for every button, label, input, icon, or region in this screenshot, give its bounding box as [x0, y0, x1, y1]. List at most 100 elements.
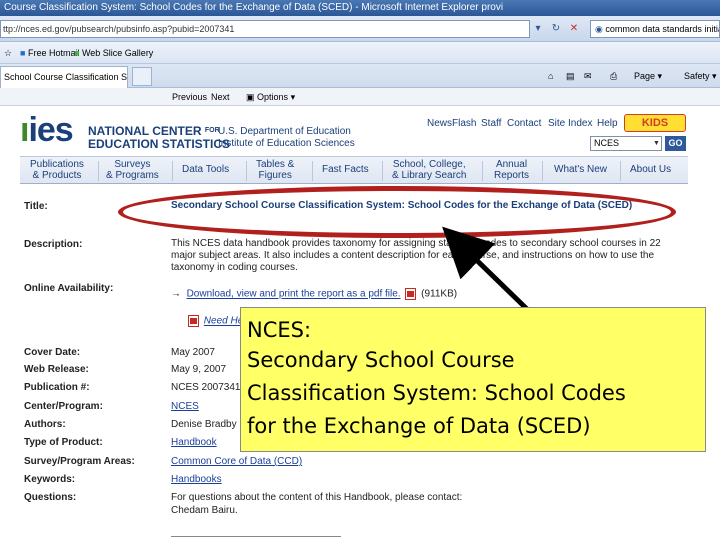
nav-about-us[interactable]: About Us	[630, 164, 671, 175]
mail-icon[interactable]: ✉	[584, 69, 592, 83]
address-bar-row: ttp://nces.ed.gov/pubsearch/pubsinfo.asp…	[0, 16, 720, 42]
need-help-link[interactable]: Need He	[204, 316, 243, 327]
browser-tab-active[interactable]: School Course Classification System: S..…	[0, 66, 128, 88]
survey-areas-label: Survey/Program Areas:	[24, 456, 135, 467]
need-help-row: Need He	[186, 315, 243, 328]
nav-publications[interactable]: Publications & Products	[30, 159, 84, 181]
pdf-icon[interactable]	[405, 288, 417, 300]
nav-label: Publications	[30, 159, 84, 170]
nav-label: Annual	[495, 159, 528, 170]
find-bar: Previous Next ▣ Options ▾	[0, 88, 720, 106]
center-program-link[interactable]: NCES	[171, 401, 199, 413]
divider	[171, 536, 341, 537]
authors-label: Authors:	[24, 419, 66, 430]
questions-value: For questions about the content of this …	[171, 492, 463, 503]
dept-link[interactable]: U.S. Department of Education	[218, 126, 351, 137]
search-provider-icon: ◉	[595, 24, 603, 34]
product-type-link[interactable]: Handbook	[171, 437, 217, 449]
arrow-icon: →	[171, 288, 181, 300]
keywords-label: Keywords:	[24, 474, 76, 485]
ies-logo[interactable]: ıies	[20, 113, 74, 147]
web-release-label: Web Release:	[24, 364, 89, 375]
favorites-bar: ☆ ■ Free Hotmail ■ Web Slice Gallery	[0, 42, 720, 64]
favorites-star-icon[interactable]: ☆	[4, 46, 12, 60]
favorite-link-hotmail[interactable]: ■ Free Hotmail	[20, 46, 79, 60]
safety-menu[interactable]: Safety ▾	[684, 69, 717, 83]
nav-divider	[312, 161, 313, 181]
org-name-text: NATIONAL CENTER	[88, 124, 202, 138]
browser-search-input[interactable]: ◉ common data standards initiat	[590, 20, 720, 38]
stop-icon[interactable]: ✕	[566, 21, 582, 37]
nav-divider	[482, 161, 483, 181]
window-title: Course Classification System: School Cod…	[4, 2, 504, 13]
kids-zone-logo[interactable]: KIDS	[624, 114, 686, 132]
find-previous-button[interactable]: Previous	[172, 90, 207, 104]
new-tab-button[interactable]	[132, 67, 152, 86]
web-release-value: May 9, 2007	[171, 364, 227, 375]
pdf-icon[interactable]	[188, 315, 199, 327]
link-newsflash[interactable]: NewsFlash	[427, 118, 476, 129]
nav-label: Reports	[494, 170, 530, 181]
print-icon[interactable]: ⎙	[610, 69, 617, 83]
link-site-index[interactable]: Site Index	[548, 118, 592, 129]
nav-data-tools[interactable]: Data Tools	[182, 164, 229, 175]
find-next-button[interactable]: Next	[211, 90, 230, 104]
find-options-button[interactable]: ▣ Options ▾	[246, 90, 295, 104]
description-label: Description:	[24, 239, 83, 250]
nav-school-search[interactable]: School, College, & Library Search	[392, 159, 466, 181]
chevron-down-icon[interactable]: ▼	[652, 137, 661, 150]
center-program-label: Center/Program:	[24, 401, 103, 412]
find-options-label: Options	[257, 92, 289, 102]
nav-label: What's New	[554, 164, 608, 175]
highlight-oval	[118, 186, 676, 238]
ies-link[interactable]: Institute of Education Sciences	[218, 138, 355, 149]
chevron-down-icon: ▾	[712, 71, 717, 81]
nav-label: Tables &	[256, 159, 295, 170]
authors-value: Denise Bradby	[171, 419, 237, 430]
publication-number-value: NCES 2007341	[171, 382, 240, 393]
feeds-icon[interactable]: ▤	[566, 69, 575, 83]
link-contact[interactable]: Contact	[507, 118, 541, 129]
publication-number-label: Publication #:	[24, 382, 90, 393]
title-label: Title:	[24, 201, 48, 212]
nav-surveys[interactable]: Surveys & Programs	[106, 159, 159, 181]
webslice-icon: ■	[74, 48, 80, 58]
nav-divider	[542, 161, 543, 181]
nav-whats-new[interactable]: What's New	[554, 164, 607, 175]
org-name-line2[interactable]: EDUCATION STATISTICS	[88, 138, 230, 150]
questions-contact: Chedam Bairu.	[171, 505, 238, 516]
nav-label: & Programs	[106, 170, 159, 181]
dropdown-icon[interactable]: ▾	[530, 21, 546, 37]
safety-menu-label: Safety	[684, 71, 710, 81]
hotmail-icon: ■	[20, 48, 26, 58]
nav-label: & Library Search	[392, 170, 467, 181]
page-menu[interactable]: Page ▾	[634, 69, 662, 83]
survey-areas-link[interactable]: Common Core of Data (CCD)	[171, 456, 302, 468]
nav-label: & Products	[32, 170, 82, 181]
nav-divider	[246, 161, 247, 181]
callout-box: NCES: Secondary School Course Classifica…	[240, 307, 706, 452]
nav-annual-reports[interactable]: Annual Reports	[494, 159, 529, 181]
favorite-label: Free Hotmail	[27, 48, 80, 58]
favorite-link-webslice[interactable]: ■ Web Slice Gallery	[74, 46, 153, 60]
refresh-icon[interactable]: ↻	[548, 21, 564, 37]
link-help[interactable]: Help	[597, 118, 618, 129]
go-button[interactable]: GO	[665, 136, 686, 151]
nav-label: Data Tools	[182, 164, 230, 175]
cover-date-value: May 2007	[171, 347, 215, 358]
link-staff[interactable]: Staff	[481, 118, 501, 129]
keywords-link[interactable]: Handbooks	[171, 474, 222, 486]
nav-divider	[172, 161, 173, 181]
address-input[interactable]: ttp://nces.ed.gov/pubsearch/pubsinfo.asp…	[0, 20, 530, 38]
nav-label: About Us	[630, 164, 672, 175]
download-pdf-link[interactable]: Download, view and print the report as a…	[187, 289, 401, 300]
callout-line: for the Exchange of Data (SCED)	[247, 414, 591, 438]
nav-tables-figures[interactable]: Tables & Figures	[256, 159, 294, 181]
org-name-line1[interactable]: NATIONAL CENTER FOR	[88, 125, 220, 137]
options-icon: ▣	[246, 92, 255, 102]
window-title-bar: Course Classification System: School Cod…	[0, 0, 720, 16]
nav-label: School, College,	[392, 159, 466, 170]
home-icon[interactable]: ⌂	[548, 69, 553, 83]
nav-fast-facts[interactable]: Fast Facts	[322, 164, 369, 175]
chevron-down-icon: ▾	[657, 71, 663, 81]
